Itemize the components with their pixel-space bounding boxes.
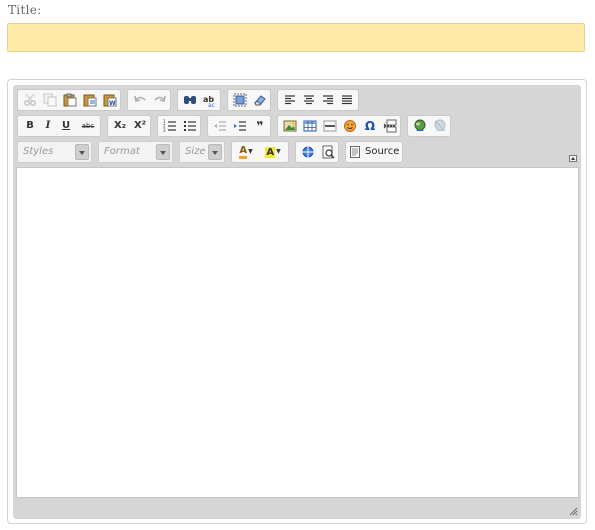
editor-content-area[interactable] (16, 167, 579, 498)
title-input[interactable] (7, 23, 585, 52)
paste-icon[interactable] (62, 92, 78, 108)
strikethrough-button[interactable]: abc (78, 118, 98, 134)
text-color-button[interactable]: A ▼ (235, 144, 257, 160)
replace-icon[interactable]: ab ac (202, 92, 218, 108)
find-group: ab ac (177, 89, 221, 111)
cut-icon[interactable] (22, 92, 38, 108)
select-all-icon[interactable] (232, 92, 248, 108)
insert-group: Ω (277, 115, 401, 137)
basic-styles-group: B I U abc (17, 115, 101, 137)
link-group (407, 115, 451, 137)
svg-text:ac: ac (208, 102, 215, 107)
page-break-icon[interactable] (382, 118, 398, 134)
blockquote-button[interactable]: ❞ (252, 118, 268, 134)
preview-icon[interactable] (320, 144, 336, 160)
undo-group (127, 89, 171, 111)
chevron-down-icon[interactable] (208, 144, 222, 160)
list-group: 123 (157, 115, 201, 137)
subscript-button[interactable]: X₂ (112, 118, 128, 134)
table-icon[interactable] (302, 118, 318, 134)
maximize-icon[interactable] (300, 144, 316, 160)
paste-word-icon[interactable]: W (102, 92, 118, 108)
horizontal-rule-icon[interactable] (322, 118, 338, 134)
outdent-icon[interactable] (212, 118, 228, 134)
styles-combo[interactable]: Styles (17, 141, 92, 163)
title-label: Title: (8, 3, 42, 17)
rich-text-editor: W ab ac B I U abc X₂ X² 1 2 3 ❞ Ω Styles… (7, 79, 587, 524)
special-char-button[interactable]: Ω (362, 118, 378, 134)
paste-text-icon[interactable] (82, 92, 98, 108)
text-color-label: A (239, 145, 248, 159)
bold-button[interactable]: B (22, 118, 38, 134)
tools-group (295, 141, 339, 163)
chevron-down-icon: ▼ (248, 148, 253, 155)
source-icon (350, 146, 360, 158)
svg-text:W: W (109, 100, 116, 107)
italic-button[interactable]: I (40, 118, 56, 134)
copy-icon[interactable] (42, 92, 58, 108)
source-group: Source (345, 141, 403, 163)
redo-icon[interactable] (152, 92, 168, 108)
toolbar-collapse-button[interactable] (569, 155, 577, 162)
size-combo[interactable]: Size (179, 141, 225, 163)
superscript-button[interactable]: X² (132, 118, 148, 134)
unlink-icon[interactable] (432, 118, 448, 134)
remove-format-icon[interactable] (252, 92, 268, 108)
format-combo-label: Format (104, 146, 140, 157)
clipboard-group: W (17, 89, 121, 111)
smiley-icon[interactable] (342, 118, 358, 134)
svg-text:3: 3 (163, 128, 166, 133)
numbered-list-icon[interactable]: 123 (162, 118, 178, 134)
chevron-down-icon[interactable] (75, 144, 89, 160)
underline-button[interactable]: U (58, 118, 74, 134)
select-group (227, 89, 271, 111)
align-left-icon[interactable] (282, 92, 298, 108)
undo-icon[interactable] (132, 92, 148, 108)
chevron-down-icon[interactable] (156, 144, 170, 160)
editor-chrome: W ab ac B I U abc X₂ X² 1 2 3 ❞ Ω Styles… (13, 85, 581, 519)
background-color-button[interactable]: A ▼ (262, 144, 284, 160)
size-combo-label: Size (185, 146, 206, 157)
align-group (277, 89, 359, 111)
color-group: A ▼ A ▼ (231, 141, 289, 163)
source-label: Source (365, 146, 400, 157)
find-icon[interactable] (182, 92, 198, 108)
script-group: X₂ X² (107, 115, 151, 137)
resize-handle-icon[interactable] (568, 506, 578, 516)
align-right-icon[interactable] (320, 92, 336, 108)
justify-icon[interactable] (339, 92, 355, 108)
format-combo[interactable]: Format (98, 141, 173, 163)
bg-color-label: A (265, 146, 276, 158)
indent-icon[interactable] (232, 118, 248, 134)
link-icon[interactable] (412, 118, 428, 134)
chevron-down-icon: ▼ (276, 148, 281, 155)
bulleted-list-icon[interactable] (182, 118, 198, 134)
styles-combo-label: Styles (23, 146, 54, 157)
source-button[interactable]: Source (350, 144, 400, 160)
indent-group: ❞ (207, 115, 271, 137)
align-center-icon[interactable] (301, 92, 317, 108)
image-icon[interactable] (282, 118, 298, 134)
